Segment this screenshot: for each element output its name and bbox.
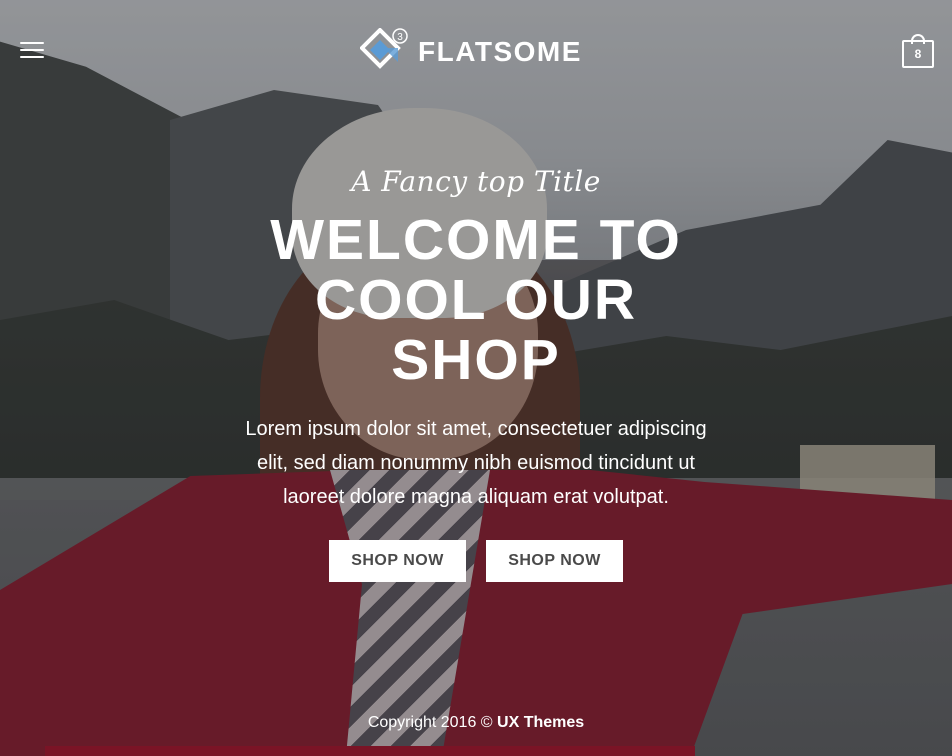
menu-line: [20, 49, 44, 51]
headline-line: COOL OUR: [314, 268, 638, 332]
copyright-text: Copyright 2016 © UX Themes: [0, 714, 952, 732]
bottom-strip: [45, 746, 695, 756]
headline-line: SHOP: [391, 328, 561, 392]
logo-version: 3: [397, 32, 403, 43]
description-line: elit, sed diam nonummy nibh euismod tinc…: [256, 452, 695, 474]
hero-content: A Fancy top Title WELCOME TO COOL OUR SH…: [0, 165, 952, 582]
hero-section: 3 FLATSOME 8 A Fancy top Title WELCOME T…: [0, 0, 952, 756]
fancy-title: A Fancy top Title: [351, 165, 601, 198]
hero-description: Lorem ipsum dolor sit amet, consectetuer…: [216, 412, 736, 514]
site-header: 3 FLATSOME 8: [0, 0, 952, 104]
menu-line: [20, 42, 44, 44]
menu-line: [20, 56, 44, 58]
cart-box: 8: [902, 40, 934, 68]
headline-line: WELCOME TO: [270, 208, 682, 272]
description-line: Lorem ipsum dolor sit amet, consectetuer…: [245, 418, 707, 440]
company-link[interactable]: UX Themes: [497, 714, 584, 731]
site-logo[interactable]: 3 FLATSOME: [359, 27, 582, 76]
shop-now-button[interactable]: SHOP NOW: [329, 540, 466, 582]
brand-name: FLATSOME: [418, 36, 582, 67]
flatsome-logo-icon: 3: [359, 27, 408, 76]
cart-count: 8: [914, 47, 922, 61]
shop-now-button-secondary[interactable]: SHOP NOW: [486, 540, 623, 582]
shopping-bag-icon[interactable]: 8: [902, 34, 934, 68]
description-line: laoreet dolore magna aliquam erat volutp…: [283, 486, 669, 508]
copyright-prefix: Copyright 2016 ©: [367, 714, 493, 731]
hamburger-icon[interactable]: [20, 42, 44, 62]
hero-headline: WELCOME TO COOL OUR SHOP: [0, 210, 952, 390]
hero-buttons: SHOP NOW SHOP NOW: [0, 540, 952, 582]
